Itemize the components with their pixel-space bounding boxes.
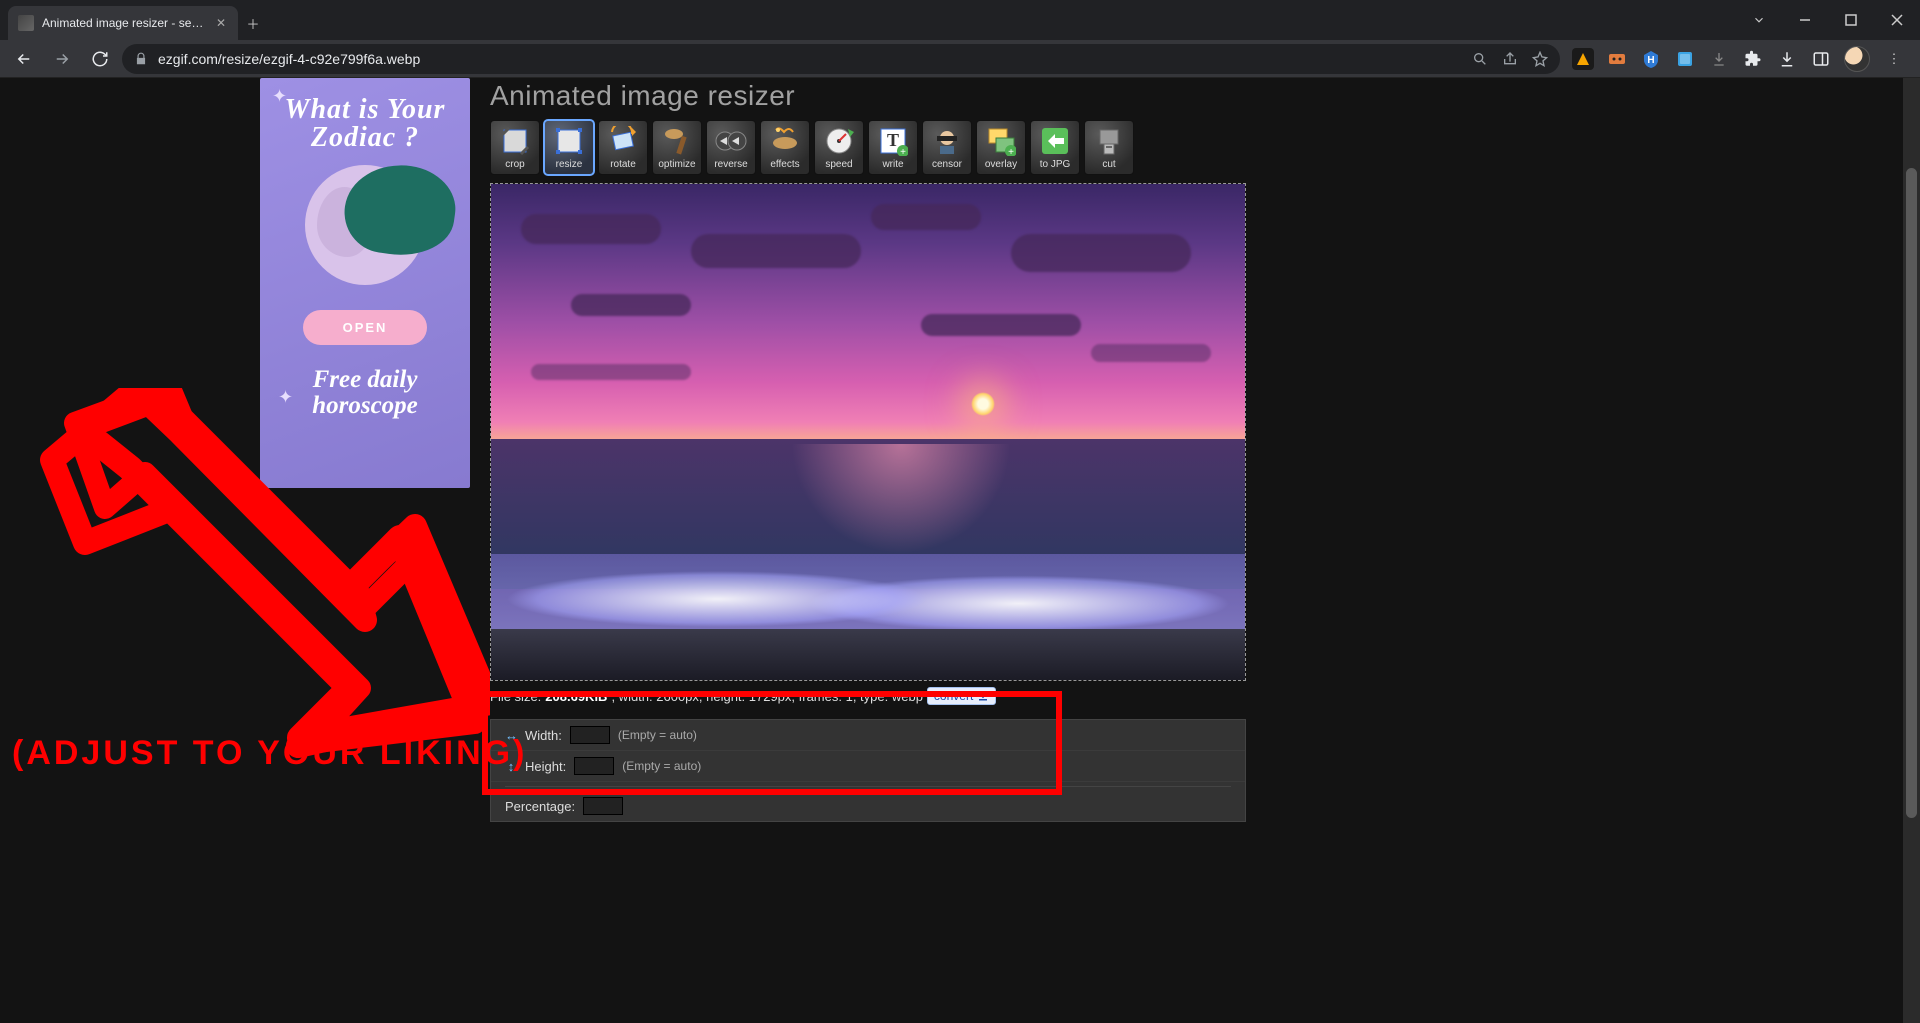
percentage-input[interactable] [583,797,623,815]
close-tab-icon[interactable]: ✕ [214,16,228,30]
overlay-icon: + [984,124,1018,158]
extension-icon-1[interactable] [1572,48,1594,70]
chrome-menu-icon[interactable]: ⋮ [1882,51,1906,67]
censor-icon [930,124,964,158]
width-hint: (Empty = auto) [618,728,697,742]
write-icon: T+ [876,124,910,158]
url-text: ezgif.com/resize/ezgif-4-c92e799f6a.webp [158,51,1462,67]
extensions-puzzle-icon[interactable] [1742,48,1764,70]
resize-icon [552,124,586,158]
tool-speed[interactable]: speed [814,120,864,175]
tab-favicon [18,15,34,31]
extension-icon-3[interactable]: H [1640,48,1662,70]
svg-text:+: + [1008,147,1014,156]
rotate-icon [606,124,640,158]
file-meta: File size: 208.69KiB , width: 2600px, he… [490,687,1260,705]
nav-reload-button[interactable] [84,43,116,75]
nav-forward-button[interactable] [46,43,78,75]
tool-optimize[interactable]: optimize [652,120,702,175]
downloads-icon[interactable] [1776,48,1798,70]
svg-text:+: + [900,147,906,156]
convert-button[interactable]: convert [927,687,996,705]
tool-resize[interactable]: resize [544,120,594,175]
extension-icon-2[interactable] [1606,48,1628,70]
svg-text:H: H [1647,55,1654,66]
address-bar[interactable]: ezgif.com/resize/ezgif-4-c92e799f6a.webp [122,44,1560,74]
ad-open-button[interactable]: OPEN [303,310,428,345]
height-label: Height: [525,759,566,774]
tab-title: Animated image resizer - sea.wel [42,16,206,30]
tool-write[interactable]: T+ write [868,120,918,175]
width-label: Width: [525,728,562,743]
effects-icon [768,124,802,158]
share-icon[interactable] [1502,51,1518,67]
crop-icon [498,124,532,158]
optimize-icon [660,124,694,158]
form-divider [505,786,1231,787]
scrollbar-thumb[interactable] [1906,168,1917,818]
nav-back-button[interactable] [8,43,40,75]
page-title: Animated image resizer [490,80,1260,112]
tool-effects[interactable]: effects [760,120,810,175]
tool-row: crop resize rotate optimize reverse effe… [490,120,1260,175]
tab-search-icon[interactable] [1736,13,1782,27]
reverse-icon [714,124,748,158]
meta-size: 208.69KiB [545,689,607,704]
sidepanel-icon[interactable] [1810,48,1832,70]
browser-toolbar: ezgif.com/resize/ezgif-4-c92e799f6a.webp… [0,40,1920,78]
lock-icon [134,52,148,66]
height-input[interactable] [574,757,614,775]
tool-censor[interactable]: censor [922,120,972,175]
height-row: ↕ Height: (Empty = auto) [491,751,1245,782]
svg-text:T: T [887,130,899,150]
tool-tojpg[interactable]: to JPG [1030,120,1080,175]
window-minimize-button[interactable] [1782,0,1828,40]
height-hint: (Empty = auto) [622,759,701,773]
width-input[interactable] [570,726,610,744]
extension-icons: H ⋮ [1566,46,1912,72]
browser-tab[interactable]: Animated image resizer - sea.wel ✕ [8,6,238,40]
new-tab-button[interactable]: ＋ [238,6,268,40]
main-content: Animated image resizer crop resize rotat… [490,78,1260,822]
percentage-label: Percentage: [505,799,575,814]
meta-rest: , width: 2600px, height: 1729px, frames:… [611,689,922,704]
profile-avatar[interactable] [1844,46,1870,72]
vertical-scrollbar[interactable] [1903,78,1920,1023]
window-maximize-button[interactable] [1828,0,1874,40]
annotation-text: (ADJUST TO YOUR LIKING) [12,734,527,773]
speed-icon [822,124,856,158]
width-row: ↔ Width: (Empty = auto) [491,720,1245,751]
tool-cut[interactable]: cut [1084,120,1134,175]
tool-overlay[interactable]: + overlay [976,120,1026,175]
bookmark-star-icon[interactable] [1532,51,1548,67]
cut-icon [1092,124,1126,158]
ad-headline: What is Your Zodiac ? [270,96,460,152]
ad-illustration [295,160,435,290]
tool-rotate[interactable]: rotate [598,120,648,175]
page-viewport: ✦ ✧ ✦ What is Your Zodiac ? OPEN Free da… [0,78,1920,1023]
meta-prefix: File size: [490,689,541,704]
image-preview [490,183,1246,681]
tool-reverse[interactable]: reverse [706,120,756,175]
download-indicator-icon[interactable] [1708,48,1730,70]
window-close-button[interactable] [1874,0,1920,40]
annotation-arrow [20,388,490,758]
tool-crop[interactable]: crop [490,120,540,175]
extension-icon-4[interactable] [1674,48,1696,70]
tojpg-icon [1038,124,1072,158]
zoom-icon[interactable] [1472,51,1488,67]
window-titlebar: Animated image resizer - sea.wel ✕ ＋ [0,0,1920,40]
resize-form: ↔ Width: (Empty = auto) ↕ Height: (Empty… [490,719,1246,822]
percentage-row: Percentage: [491,791,1245,821]
